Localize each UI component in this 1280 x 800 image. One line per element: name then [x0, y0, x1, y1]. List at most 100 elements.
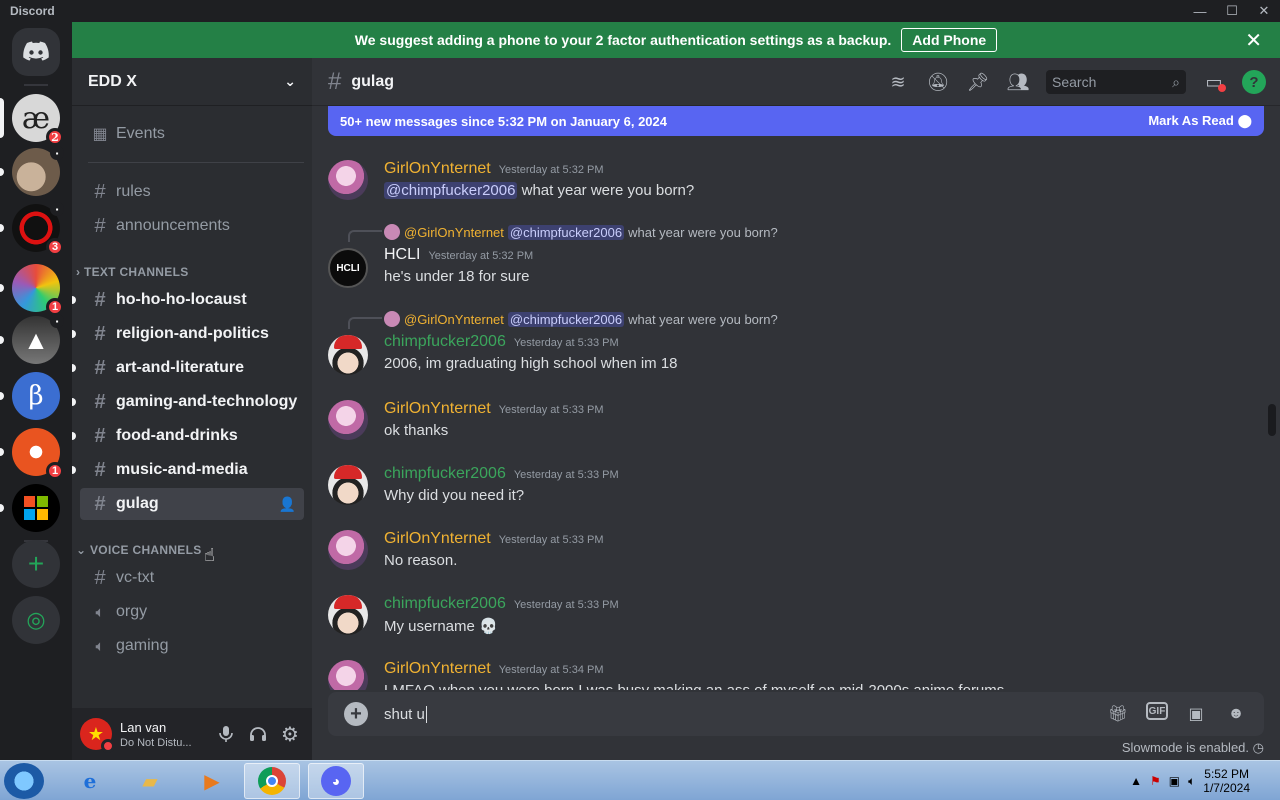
close-window-button[interactable]: ✕: [1248, 0, 1280, 22]
channel-religion-and-politics[interactable]: # religion-and-politics: [72, 318, 304, 350]
add-phone-button[interactable]: Add Phone: [901, 28, 998, 52]
server-header[interactable]: EDD X ⌄: [72, 58, 312, 106]
events-item[interactable]: ▦ Events: [80, 118, 304, 150]
author-name[interactable]: GirlOnYnternet: [384, 400, 491, 418]
timestamp: Yesterday at 5:33 PM: [498, 534, 604, 546]
server-icon-microsoft[interactable]: [0, 484, 60, 532]
internet-explorer-icon[interactable]: e: [62, 763, 118, 799]
channel-sidebar: EDD X ⌄ ▦ Events # rules # announcements ›…: [72, 58, 312, 760]
author-name[interactable]: chimpfucker2006: [384, 465, 506, 483]
author-avatar[interactable]: [328, 595, 368, 635]
search-icon: ⌕: [1172, 73, 1180, 90]
author-avatar[interactable]: HCLI: [328, 248, 368, 288]
author-avatar[interactable]: [328, 530, 368, 570]
author-name[interactable]: chimpfucker2006: [384, 333, 506, 351]
thread-hash-icon: #: [94, 390, 106, 413]
channel-announcements[interactable]: # announcements: [80, 210, 304, 242]
reply-text: what year were you born?: [628, 311, 778, 327]
channel-food-and-drinks[interactable]: # food-and-drinks: [72, 420, 304, 452]
search-input[interactable]: Search ⌕: [1046, 70, 1186, 94]
author-name[interactable]: HCLI: [384, 246, 420, 264]
reply-preview[interactable]: @GirlOnYnternet @chimpfucker2006 what year…: [384, 224, 778, 240]
server-icon-ubuntu[interactable]: 1: [0, 428, 64, 480]
user-panel: ★ Lan van Do Not Distu... ⚙: [72, 708, 312, 760]
mention-badge: 3: [46, 238, 64, 256]
channel-ho-ho-ho-locaust[interactable]: # ho-ho-ho-locaust: [72, 284, 304, 316]
help-icon[interactable]: ?: [1242, 70, 1266, 94]
inbox-icon[interactable]: ▭: [1202, 70, 1226, 94]
server-icon-beta[interactable]: β: [0, 372, 60, 420]
start-button[interactable]: [4, 763, 44, 799]
user-avatar[interactable]: ★: [80, 718, 115, 753]
message-text: what year were you born?: [517, 182, 695, 199]
message-input[interactable]: shut u​: [384, 705, 1106, 723]
emoji-icon[interactable]: ☻: [1224, 702, 1248, 726]
voice-channel-gaming[interactable]: 🔈︎ gaming: [80, 630, 304, 662]
new-messages-bar[interactable]: 50+ new messages since 5:32 PM on Januar…: [328, 106, 1264, 136]
media-player-icon[interactable]: ▶: [184, 763, 240, 799]
author-avatar[interactable]: [328, 335, 368, 375]
author-avatar[interactable]: [328, 660, 368, 690]
author-name[interactable]: GirlOnYnternet: [384, 160, 491, 178]
mark-as-read-button[interactable]: Mark As Read ⬤: [1148, 113, 1252, 129]
pin-icon[interactable]: 📌︎: [966, 70, 990, 94]
invite-user-icon[interactable]: 👤: [279, 496, 296, 513]
channel-art-and-literature[interactable]: # art-and-literature: [72, 352, 304, 384]
channel-gulag[interactable]: # gulag 👤: [80, 488, 304, 520]
tray-expand-icon[interactable]: ▲: [1130, 774, 1142, 788]
gift-icon[interactable]: 🎁︎: [1106, 702, 1130, 726]
author-name[interactable]: chimpfucker2006: [384, 595, 506, 613]
member-list-icon[interactable]: 👥︎: [1006, 70, 1030, 94]
server-icon-red-ring[interactable]: ▪ 3: [0, 202, 64, 256]
gif-icon[interactable]: GIF: [1146, 702, 1168, 720]
category-voice-channels[interactable]: ⌄ VOICE CHANNELS: [76, 543, 202, 557]
reply-author: @GirlOnYnternet: [404, 224, 504, 240]
category-text-channels[interactable]: › TEXT CHANNELS: [76, 265, 189, 279]
channel-rules[interactable]: # rules: [80, 176, 304, 208]
banner-close-icon[interactable]: ✕: [1245, 28, 1262, 53]
channel-vc-txt[interactable]: # vc-txt: [80, 562, 304, 594]
minimize-button[interactable]: —: [1184, 0, 1216, 22]
channel-label: vc-txt: [116, 569, 155, 586]
network-icon[interactable]: ▣: [1169, 774, 1180, 788]
flag-icon[interactable]: ⚑: [1150, 774, 1161, 788]
server-icon-ae[interactable]: æ 2: [0, 94, 64, 146]
scrollbar-thumb[interactable]: [1268, 404, 1276, 436]
headphones-icon[interactable]: [242, 718, 274, 750]
threads-icon[interactable]: ≋: [886, 70, 910, 94]
microphone-icon[interactable]: [210, 718, 242, 750]
author-name[interactable]: GirlOnYnternet: [384, 660, 491, 678]
category-label: VOICE CHANNELS: [90, 543, 202, 557]
file-explorer-icon[interactable]: ▰: [122, 763, 178, 799]
server-icon-colorful[interactable]: 1: [0, 264, 64, 316]
attach-plus-icon[interactable]: +: [344, 702, 368, 726]
sticker-icon[interactable]: ▣: [1184, 702, 1208, 726]
author-avatar[interactable]: [328, 400, 368, 440]
clock[interactable]: 5:52 PM 1/7/2024: [1203, 767, 1250, 795]
explore-servers-button[interactable]: ◎: [12, 596, 60, 644]
add-server-button[interactable]: +: [12, 540, 60, 588]
discord-taskbar-icon[interactable]: ◕: [308, 763, 364, 799]
timestamp: Yesterday at 5:33 PM: [498, 404, 604, 416]
channel-label: gulag: [116, 495, 159, 512]
chevron-down-icon: ⌄: [284, 73, 296, 89]
reply-preview[interactable]: @GirlOnYnternet @chimpfucker2006 what year…: [384, 311, 778, 327]
speaker-icon: 🔈︎: [95, 637, 105, 655]
hash-icon: #: [94, 180, 106, 203]
message-composer[interactable]: + shut u​ 🎁︎ GIF ▣ ☻: [328, 692, 1264, 736]
volume-icon[interactable]: 🔈︎: [1188, 774, 1195, 789]
server-icon-mountain[interactable]: ▲ ▪: [0, 314, 64, 364]
notifications-muted-icon[interactable]: 🔕︎: [926, 70, 950, 94]
settings-gear-icon[interactable]: ⚙: [274, 718, 306, 750]
author-avatar[interactable]: [328, 465, 368, 505]
server-icon-cat[interactable]: ▪: [0, 146, 64, 196]
home-button[interactable]: [12, 28, 60, 76]
maximize-button[interactable]: ☐: [1216, 0, 1248, 22]
author-avatar[interactable]: [328, 160, 368, 200]
channel-gaming-and-technology[interactable]: # gaming-and-technology: [72, 386, 304, 418]
chrome-icon[interactable]: [244, 763, 300, 799]
user-mention[interactable]: @chimpfucker2006: [384, 182, 518, 199]
voice-channel-orgy[interactable]: 🔈︎ orgy: [80, 596, 304, 628]
author-name[interactable]: GirlOnYnternet: [384, 530, 491, 548]
channel-music-and-media[interactable]: # music-and-media: [72, 454, 304, 486]
